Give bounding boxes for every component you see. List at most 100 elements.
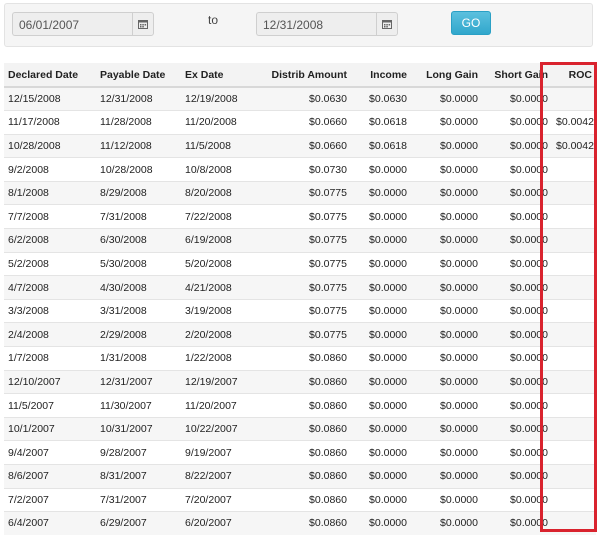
cell-short-gain: $0.0000 [482,346,552,371]
cell-short-gain: $0.0000 [482,322,552,348]
cell-payable-date: 3/31/2008 [96,299,181,324]
cell-income: $0.0618 [351,110,411,135]
cell-long-gain: $0.0000 [411,393,482,418]
cell-income: $0.0000 [351,299,411,324]
cell-roc [552,228,596,253]
header-long-gain[interactable]: Long Gain [411,63,482,88]
start-date-input[interactable]: 06/01/2007 [12,12,132,36]
cell-ex-date: 12/19/2008 [181,87,261,112]
cell-ex-date: 11/20/2007 [181,393,261,418]
cell-income: $0.0000 [351,440,411,465]
header-distrib-amount[interactable]: Distrib Amount [261,63,351,88]
cell-declared-date: 8/6/2007 [4,464,96,489]
cell-distrib-amount: $0.0775 [261,299,351,324]
cell-income: $0.0000 [351,370,411,395]
cell-ex-date: 11/5/2008 [181,134,261,159]
cell-short-gain: $0.0000 [482,417,552,442]
cell-long-gain: $0.0000 [411,299,482,324]
table-row: 12/10/2007 12/31/2007 12/19/2007 $0.0860 $0.… [4,370,596,395]
cell-payable-date: 11/12/2008 [96,134,181,159]
cell-payable-date: 8/29/2008 [96,181,181,206]
cell-long-gain: $0.0000 [411,464,482,489]
cell-ex-date: 9/19/2007 [181,440,261,465]
cell-payable-date: 6/30/2008 [96,228,181,253]
cell-declared-date: 4/7/2008 [4,275,96,300]
table-row: 7/2/2007 7/31/2007 7/20/2007 $0.0860 $0.0000… [4,488,596,513]
table-row: 9/4/2007 9/28/2007 9/19/2007 $0.0860 $0.0000… [4,440,596,465]
cell-roc [552,370,596,395]
cell-distrib-amount: $0.0730 [261,157,351,182]
cell-short-gain: $0.0000 [482,134,552,159]
cell-income: $0.0000 [351,346,411,371]
cell-long-gain: $0.0000 [411,228,482,253]
cell-declared-date: 10/28/2008 [4,134,96,159]
table-row: 6/2/2008 6/30/2008 6/19/2008 $0.0775 $0.0000… [4,228,596,253]
cell-roc: $0.0042 [552,134,596,159]
cell-long-gain: $0.0000 [411,370,482,395]
cell-short-gain: $0.0000 [482,252,552,277]
cell-income: $0.0000 [351,228,411,253]
header-ex-date[interactable]: Ex Date [181,63,261,88]
cell-declared-date: 7/2/2007 [4,488,96,513]
table-row: 3/3/2008 3/31/2008 3/19/2008 $0.0775 $0.0000… [4,299,596,324]
header-payable-date[interactable]: Payable Date [96,63,181,88]
table-header-row: Declared Date Payable Date Ex Date Distr… [4,63,596,88]
table-row: 5/2/2008 5/30/2008 5/20/2008 $0.0775 $0.0000… [4,252,596,277]
cell-ex-date: 4/21/2008 [181,275,261,300]
cell-ex-date: 1/22/2008 [181,346,261,371]
cell-payable-date: 9/28/2007 [96,440,181,465]
cell-short-gain: $0.0000 [482,488,552,513]
cell-declared-date: 2/4/2008 [4,322,96,348]
cell-declared-date: 11/17/2008 [4,110,96,135]
cell-short-gain: $0.0000 [482,393,552,418]
cell-long-gain: $0.0000 [411,322,482,348]
cell-ex-date: 7/22/2008 [181,204,261,230]
cell-roc [552,393,596,418]
cell-distrib-amount: $0.0775 [261,322,351,348]
cell-short-gain: $0.0000 [482,275,552,300]
cell-distrib-amount: $0.0775 [261,204,351,230]
go-button[interactable]: GO [451,11,491,35]
cell-ex-date: 2/20/2008 [181,322,261,348]
cell-payable-date: 2/29/2008 [96,322,181,348]
cell-roc [552,346,596,371]
header-income[interactable]: Income [351,63,411,88]
cell-declared-date: 7/7/2008 [4,204,96,230]
table-row: 11/17/2008 11/28/2008 11/20/2008 $0.0660 $0.… [4,110,596,135]
cell-income: $0.0000 [351,417,411,442]
cell-roc [552,322,596,348]
cell-income: $0.0000 [351,204,411,230]
calendar-icon [382,20,392,29]
cell-declared-date: 11/5/2007 [4,393,96,418]
cell-long-gain: $0.0000 [411,417,482,442]
end-date-calendar-button[interactable] [376,12,398,36]
cell-short-gain: $0.0000 [482,110,552,135]
cell-income: $0.0000 [351,252,411,277]
cell-declared-date: 1/7/2008 [4,346,96,371]
cell-declared-date: 3/3/2008 [4,299,96,324]
cell-payable-date: 11/28/2008 [96,110,181,135]
cell-declared-date: 12/10/2007 [4,370,96,395]
cell-payable-date: 4/30/2008 [96,275,181,300]
header-short-gain[interactable]: Short Gain [482,63,552,88]
table-row: 8/1/2008 8/29/2008 8/20/2008 $0.0775 $0.0000… [4,181,596,206]
cell-short-gain: $0.0000 [482,87,552,112]
header-roc[interactable]: ROC [552,63,596,88]
cell-roc [552,440,596,465]
cell-ex-date: 8/22/2007 [181,464,261,489]
cell-distrib-amount: $0.0775 [261,252,351,277]
cell-income: $0.0618 [351,134,411,159]
table-row: 4/7/2008 4/30/2008 4/21/2008 $0.0775 $0.0000… [4,275,596,300]
table-row: 7/7/2008 7/31/2008 7/22/2008 $0.0775 $0.0000… [4,204,596,230]
cell-distrib-amount: $0.0860 [261,440,351,465]
end-date-input[interactable]: 12/31/2008 [256,12,376,36]
header-declared-date[interactable]: Declared Date [4,63,96,88]
cell-distrib-amount: $0.0860 [261,511,351,535]
cell-roc [552,252,596,277]
cell-ex-date: 10/8/2008 [181,157,261,182]
cell-ex-date: 3/19/2008 [181,299,261,324]
date-filter-bar: 06/01/2007 to 12/31/2008 GO [4,3,593,47]
start-date-calendar-button[interactable] [132,12,154,36]
cell-short-gain: $0.0000 [482,204,552,230]
cell-ex-date: 12/19/2007 [181,370,261,395]
